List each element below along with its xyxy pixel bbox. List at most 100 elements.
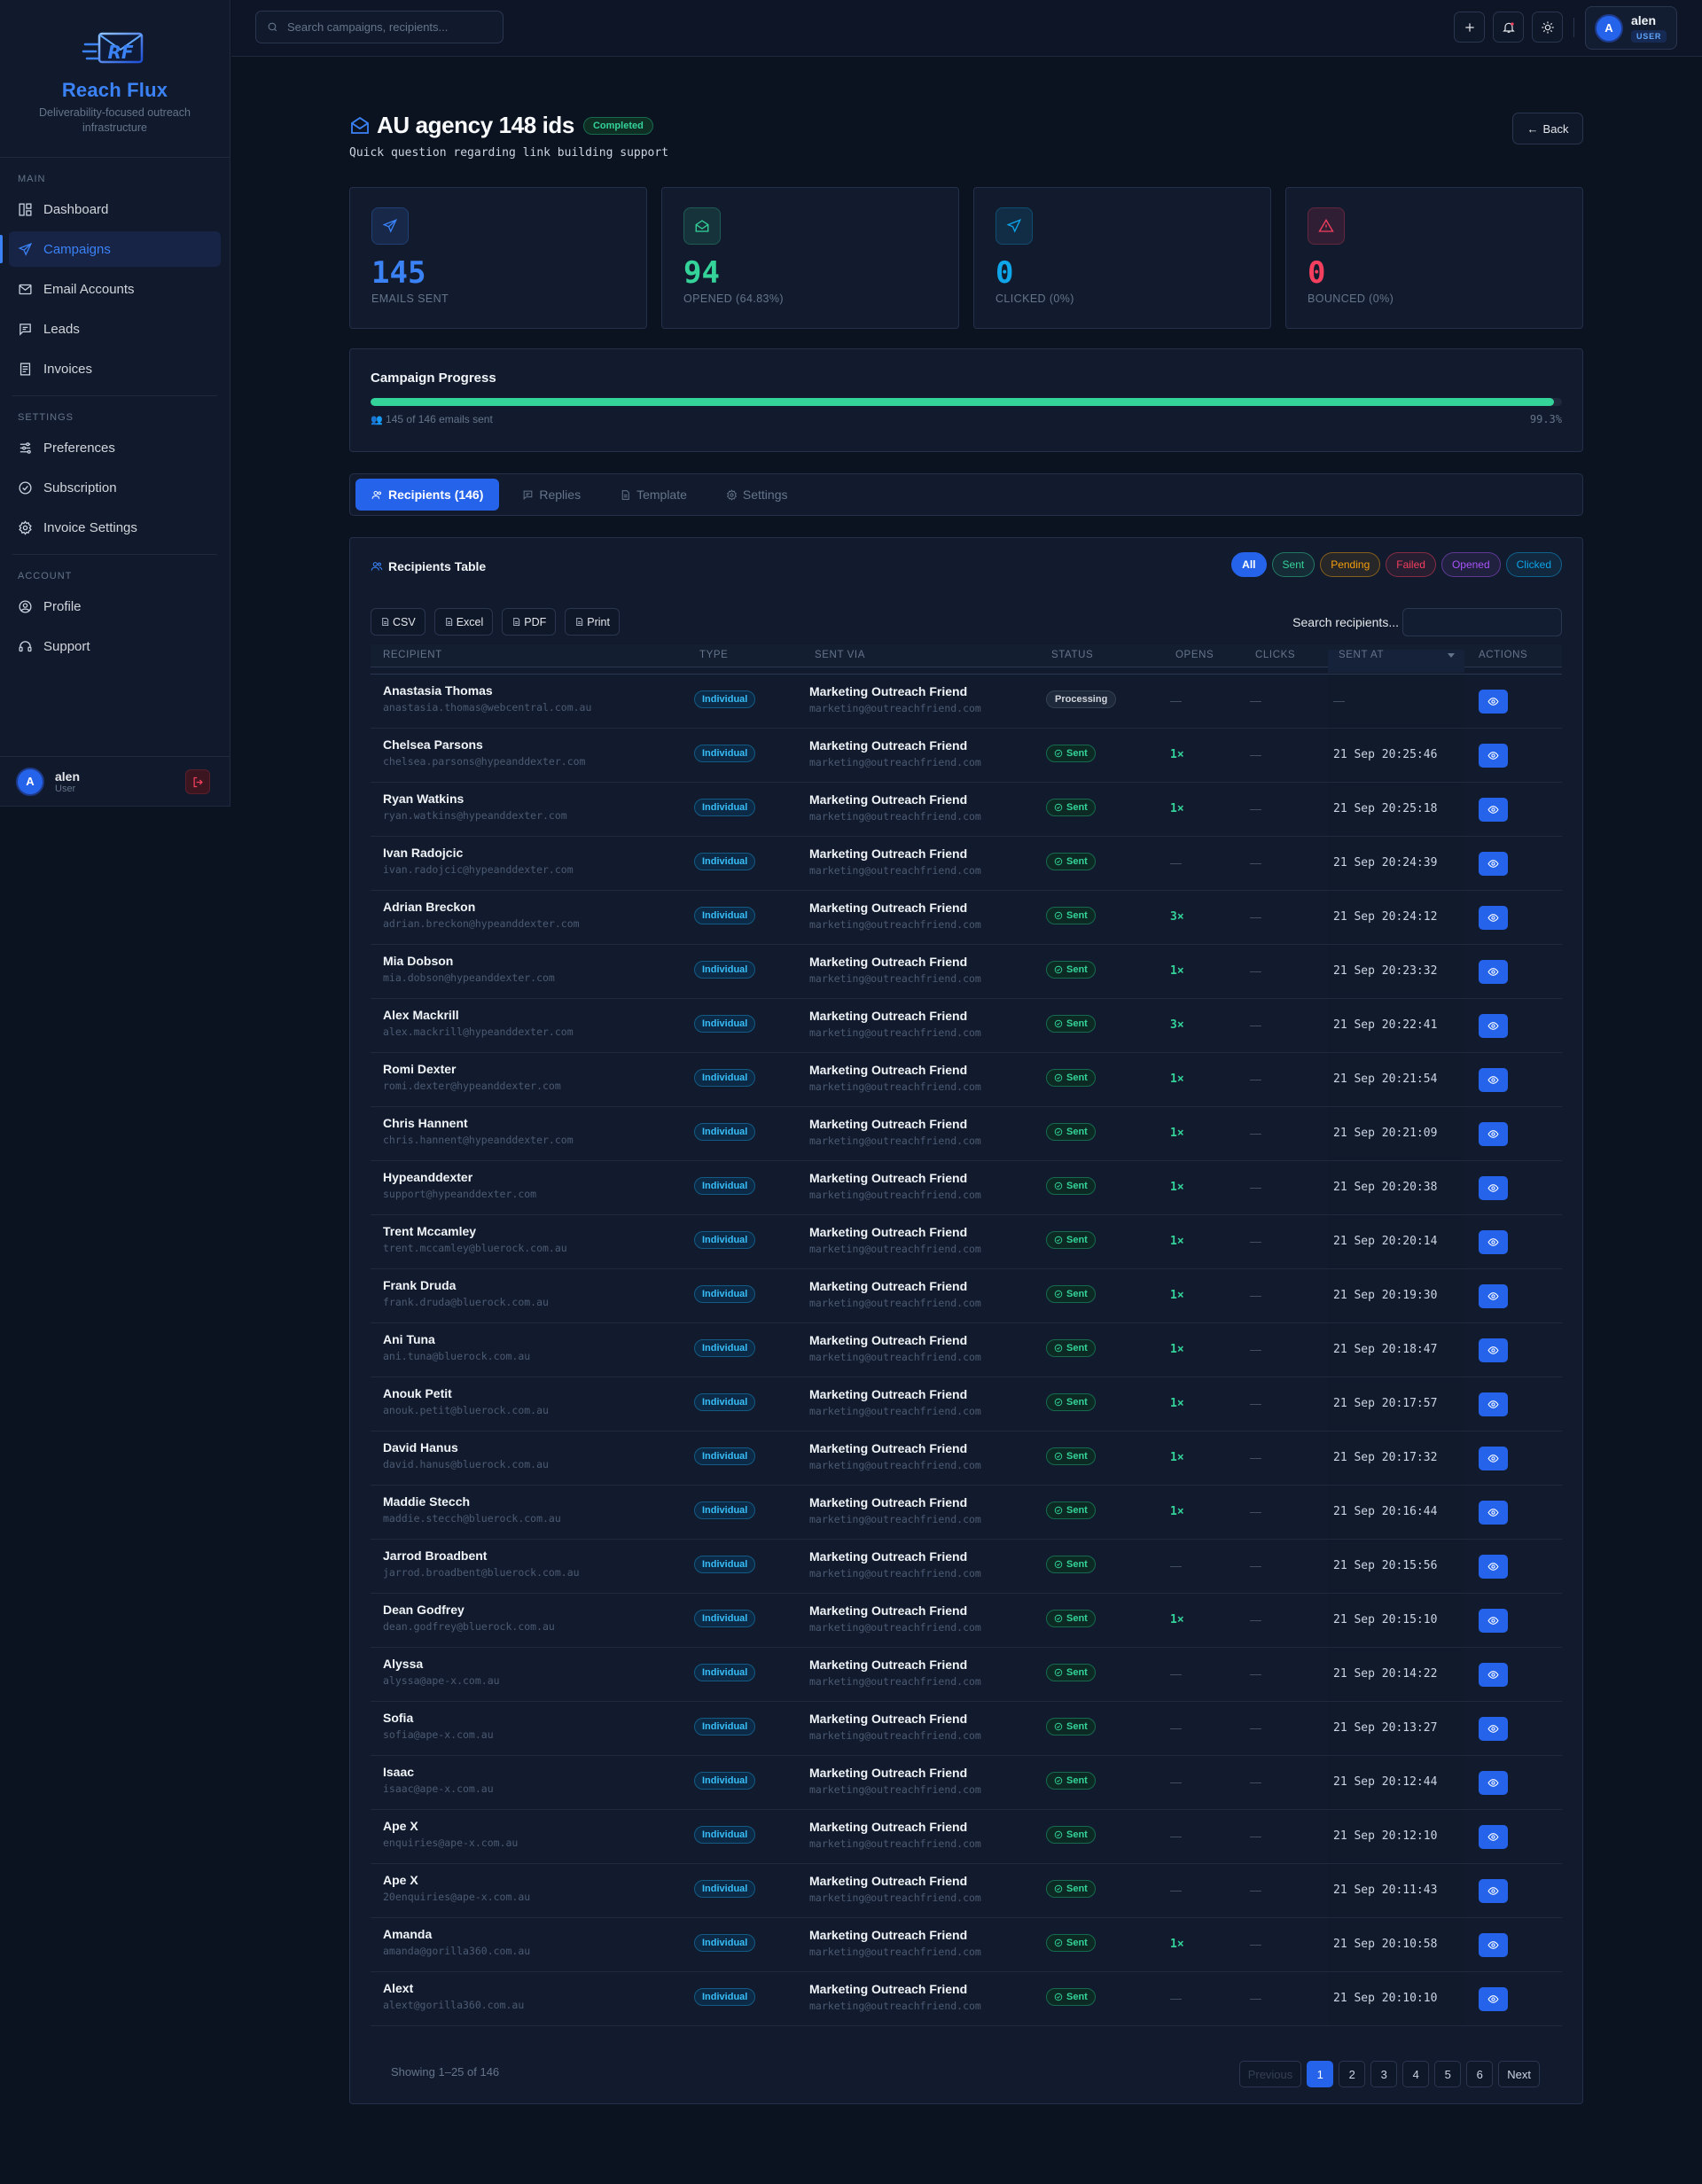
page-button[interactable]: 4 (1402, 2061, 1430, 2087)
table-row[interactable]: Chris Hannent chris.hannent@hypeanddexte… (371, 1107, 1562, 1161)
column-header[interactable]: Actions (1479, 650, 1527, 660)
sidebar-item-support[interactable]: Support (9, 628, 221, 664)
view-button[interactable] (1479, 1987, 1508, 2011)
add-button[interactable] (1454, 12, 1485, 43)
view-button[interactable] (1479, 1771, 1508, 1795)
view-button[interactable] (1479, 1176, 1508, 1200)
view-button[interactable] (1479, 690, 1508, 714)
page-button[interactable]: 2 (1339, 2061, 1366, 2087)
column-header[interactable]: Status (1051, 650, 1093, 660)
column-header[interactable]: Type (699, 650, 728, 660)
table-row[interactable]: Amanda amanda@gorilla360.com.au Individu… (371, 1918, 1562, 1972)
table-row[interactable]: Frank Druda frank.druda@bluerock.com.au … (371, 1269, 1562, 1323)
column-header[interactable]: Recipient (383, 650, 442, 660)
view-button[interactable] (1479, 1609, 1508, 1633)
table-row[interactable]: Anouk Petit anouk.petit@bluerock.com.au … (371, 1377, 1562, 1431)
user-menu[interactable]: A alen USER (1585, 6, 1677, 50)
export-pdf-button[interactable]: PDF (502, 608, 557, 636)
column-header[interactable]: Sent Via (815, 650, 865, 660)
table-row[interactable]: Dean Godfrey dean.godfrey@bluerock.com.a… (371, 1594, 1562, 1648)
filter-all[interactable]: All (1231, 552, 1267, 577)
table-row[interactable]: Ani Tuna ani.tuna@bluerock.com.au Indivi… (371, 1323, 1562, 1377)
export-csv-button[interactable]: CSV (371, 608, 426, 636)
sidebar-item-campaigns[interactable]: Campaigns (0, 231, 221, 267)
export-print-button[interactable]: Print (565, 608, 620, 636)
table-row[interactable]: Trent Mccamley trent.mccamley@bluerock.c… (371, 1215, 1562, 1269)
sidebar-item-dashboard[interactable]: Dashboard (9, 191, 221, 227)
filter-clicked[interactable]: Clicked (1505, 552, 1562, 577)
tab-recipients[interactable]: Recipients (146) (355, 479, 500, 511)
back-button[interactable]: ← Back (1512, 113, 1583, 144)
sort-desc-icon[interactable] (1448, 653, 1455, 658)
view-button[interactable] (1479, 1447, 1508, 1470)
sidebar-item-leads[interactable]: Leads (9, 311, 221, 347)
table-row[interactable]: Chelsea Parsons chelsea.parsons@hypeandd… (371, 729, 1562, 783)
sidebar-item-profile[interactable]: Profile (9, 589, 221, 624)
table-row[interactable]: Mia Dobson mia.dobson@hypeanddexter.com … (371, 945, 1562, 999)
table-row[interactable]: Ape X enquiries@ape-x.com.au Individual … (371, 1810, 1562, 1864)
table-row[interactable]: Hypeanddexter support@hypeanddexter.com … (371, 1161, 1562, 1215)
previous-page-button[interactable]: Previous (1238, 2061, 1302, 2087)
view-button[interactable] (1479, 1068, 1508, 1092)
table-row[interactable]: Alex Mackrill alex.mackrill@hypeanddexte… (371, 999, 1562, 1053)
column-header[interactable]: Clicks (1255, 650, 1295, 660)
next-page-button[interactable]: Next (1498, 2061, 1540, 2087)
view-button[interactable] (1479, 1014, 1508, 1038)
sidebar-item-preferences[interactable]: Preferences (9, 430, 221, 465)
table-row[interactable]: Ryan Watkins ryan.watkins@hypeanddexter.… (371, 783, 1562, 837)
page-button[interactable]: 1 (1307, 2061, 1334, 2087)
sidebar-item-invoice-settings[interactable]: Invoice Settings (9, 510, 221, 545)
sidebar-item-email-accounts[interactable]: Email Accounts (9, 271, 221, 307)
filter-opened[interactable]: Opened (1440, 552, 1501, 577)
filter-sent[interactable]: Sent (1271, 552, 1316, 577)
view-button[interactable] (1479, 1122, 1508, 1146)
view-button[interactable] (1479, 906, 1508, 930)
tab-settings[interactable]: Settings (710, 479, 804, 511)
page-button[interactable]: 6 (1466, 2061, 1494, 2087)
notifications-button[interactable] (1493, 12, 1524, 43)
recipient-search-input[interactable] (1402, 608, 1562, 636)
table-row[interactable]: David Hanus david.hanus@bluerock.com.au … (371, 1431, 1562, 1486)
view-button[interactable] (1479, 1663, 1508, 1687)
filter-failed[interactable]: Failed (1386, 552, 1436, 577)
view-button[interactable] (1479, 744, 1508, 768)
theme-toggle-button[interactable] (1532, 12, 1563, 43)
view-button[interactable] (1479, 1338, 1508, 1362)
view-button[interactable] (1479, 1717, 1508, 1741)
view-button[interactable] (1479, 1555, 1508, 1579)
view-button[interactable] (1479, 1392, 1508, 1416)
table-row[interactable]: Isaac isaac@ape-x.com.au Individual Mark… (371, 1756, 1562, 1810)
view-button[interactable] (1479, 1501, 1508, 1525)
view-button[interactable] (1479, 1284, 1508, 1308)
column-header[interactable]: Opens (1175, 650, 1214, 660)
sidebar-user[interactable]: A alen User (0, 756, 230, 806)
sidebar-item-invoices[interactable]: Invoices (9, 351, 221, 386)
table-row[interactable]: Adrian Breckon adrian.breckon@hypeanddex… (371, 891, 1562, 945)
table-row[interactable]: Ape X 20enquiries@ape-x.com.au Individua… (371, 1864, 1562, 1918)
sidebar-item-subscription[interactable]: Subscription (9, 470, 221, 505)
column-header[interactable]: Sent At (1339, 650, 1384, 660)
tab-replies[interactable]: Replies (506, 479, 597, 511)
tab-template[interactable]: Template (604, 479, 703, 511)
view-button[interactable] (1479, 1933, 1508, 1957)
search-input[interactable] (287, 20, 491, 34)
filter-pending[interactable]: Pending (1320, 552, 1381, 577)
view-button[interactable] (1479, 852, 1508, 876)
export-excel-button[interactable]: Excel (433, 608, 494, 636)
view-button[interactable] (1479, 1825, 1508, 1849)
table-row[interactable]: Sofia sofia@ape-x.com.au Individual Mark… (371, 1702, 1562, 1756)
view-button[interactable] (1479, 798, 1508, 822)
view-button[interactable] (1479, 1879, 1508, 1903)
table-row[interactable]: Ivan Radojcic ivan.radojcic@hypeanddexte… (371, 837, 1562, 891)
table-row[interactable]: Jarrod Broadbent jarrod.broadbent@bluero… (371, 1540, 1562, 1594)
view-button[interactable] (1479, 960, 1508, 984)
table-row[interactable]: Romi Dexter romi.dexter@hypeanddexter.co… (371, 1053, 1562, 1107)
global-search[interactable] (255, 11, 504, 43)
table-row[interactable]: Anastasia Thomas anastasia.thomas@webcen… (371, 675, 1562, 729)
page-button[interactable]: 5 (1434, 2061, 1462, 2087)
view-button[interactable] (1479, 1230, 1508, 1254)
table-row[interactable]: Alyssa alyssa@ape-x.com.au Individual Ma… (371, 1648, 1562, 1702)
logout-button[interactable] (185, 769, 210, 794)
table-row[interactable]: Alext alext@gorilla360.com.au Individual… (371, 1972, 1562, 2026)
table-row[interactable]: Maddie Stecch maddie.stecch@bluerock.com… (371, 1486, 1562, 1540)
